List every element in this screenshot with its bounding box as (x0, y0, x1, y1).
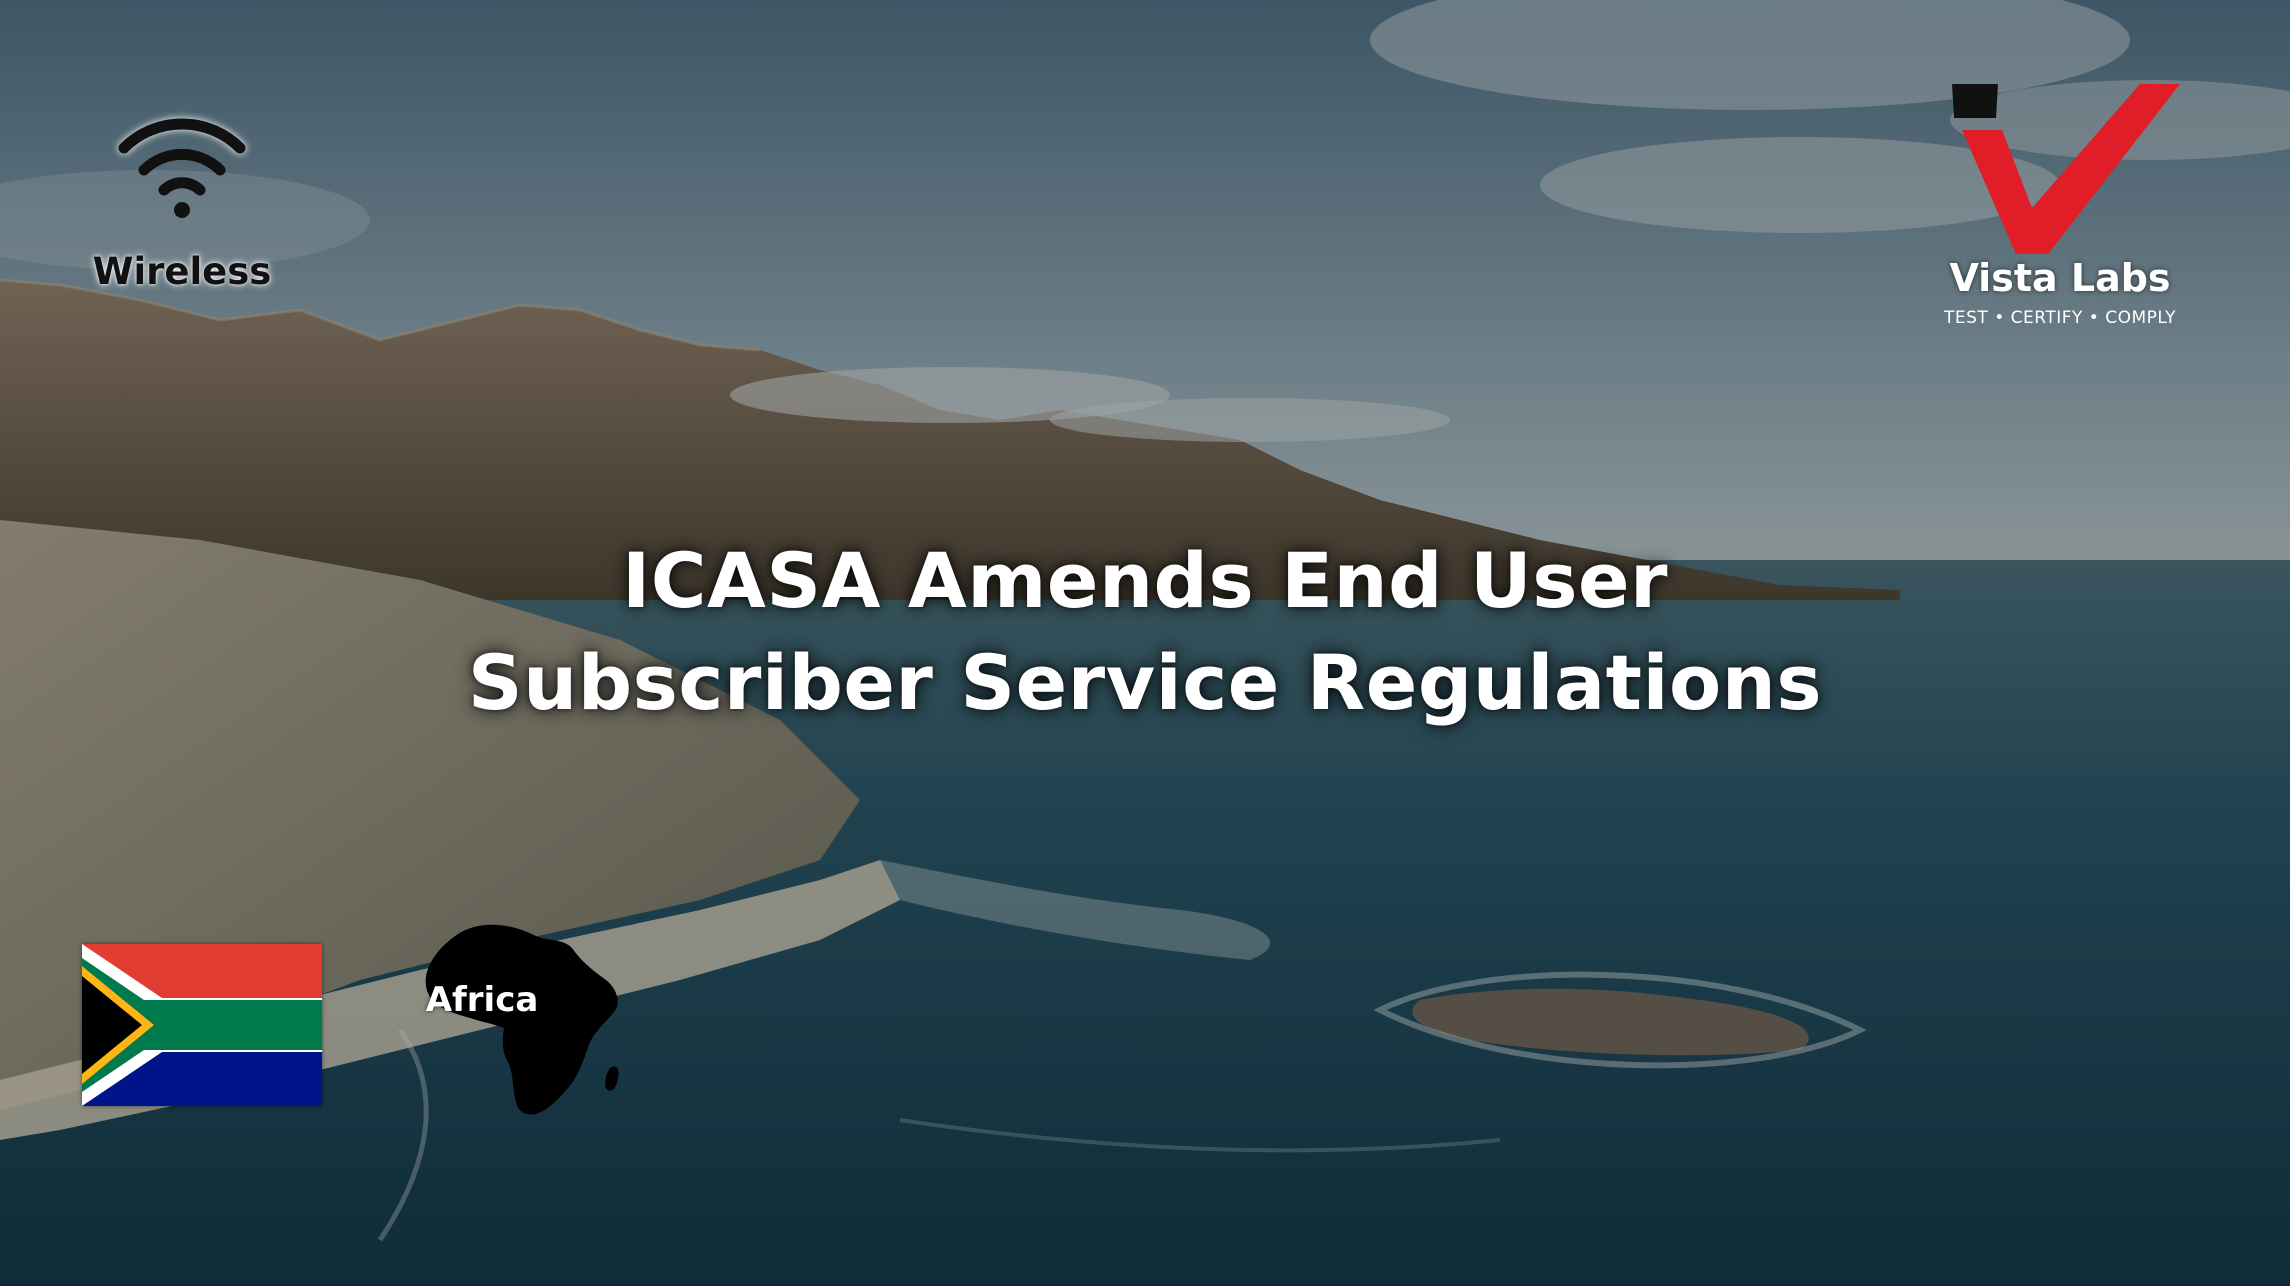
headline: ICASA Amends End User Subscriber Service… (0, 530, 2290, 734)
wifi-icon (118, 118, 246, 218)
south-africa-flag-icon (82, 944, 322, 1106)
wireless-badge: Wireless (78, 110, 286, 310)
africa-label: Africa (425, 980, 539, 1020)
africa-badge: Africa (420, 918, 630, 1128)
vista-labs-v-logo (1952, 84, 2180, 254)
logo-tagline: TEST • CERTIFY • COMPLY (1944, 308, 2176, 328)
vista-labs-logo: Vista Labs TEST • CERTIFY • COMPLY (1930, 78, 2190, 338)
headline-line-1: ICASA Amends End User (622, 536, 1668, 625)
africa-map-icon (425, 924, 619, 1115)
wireless-label: Wireless (92, 250, 272, 293)
logo-name: Vista Labs (1949, 256, 2171, 300)
headline-line-2: Subscriber Service Regulations (467, 638, 1823, 727)
